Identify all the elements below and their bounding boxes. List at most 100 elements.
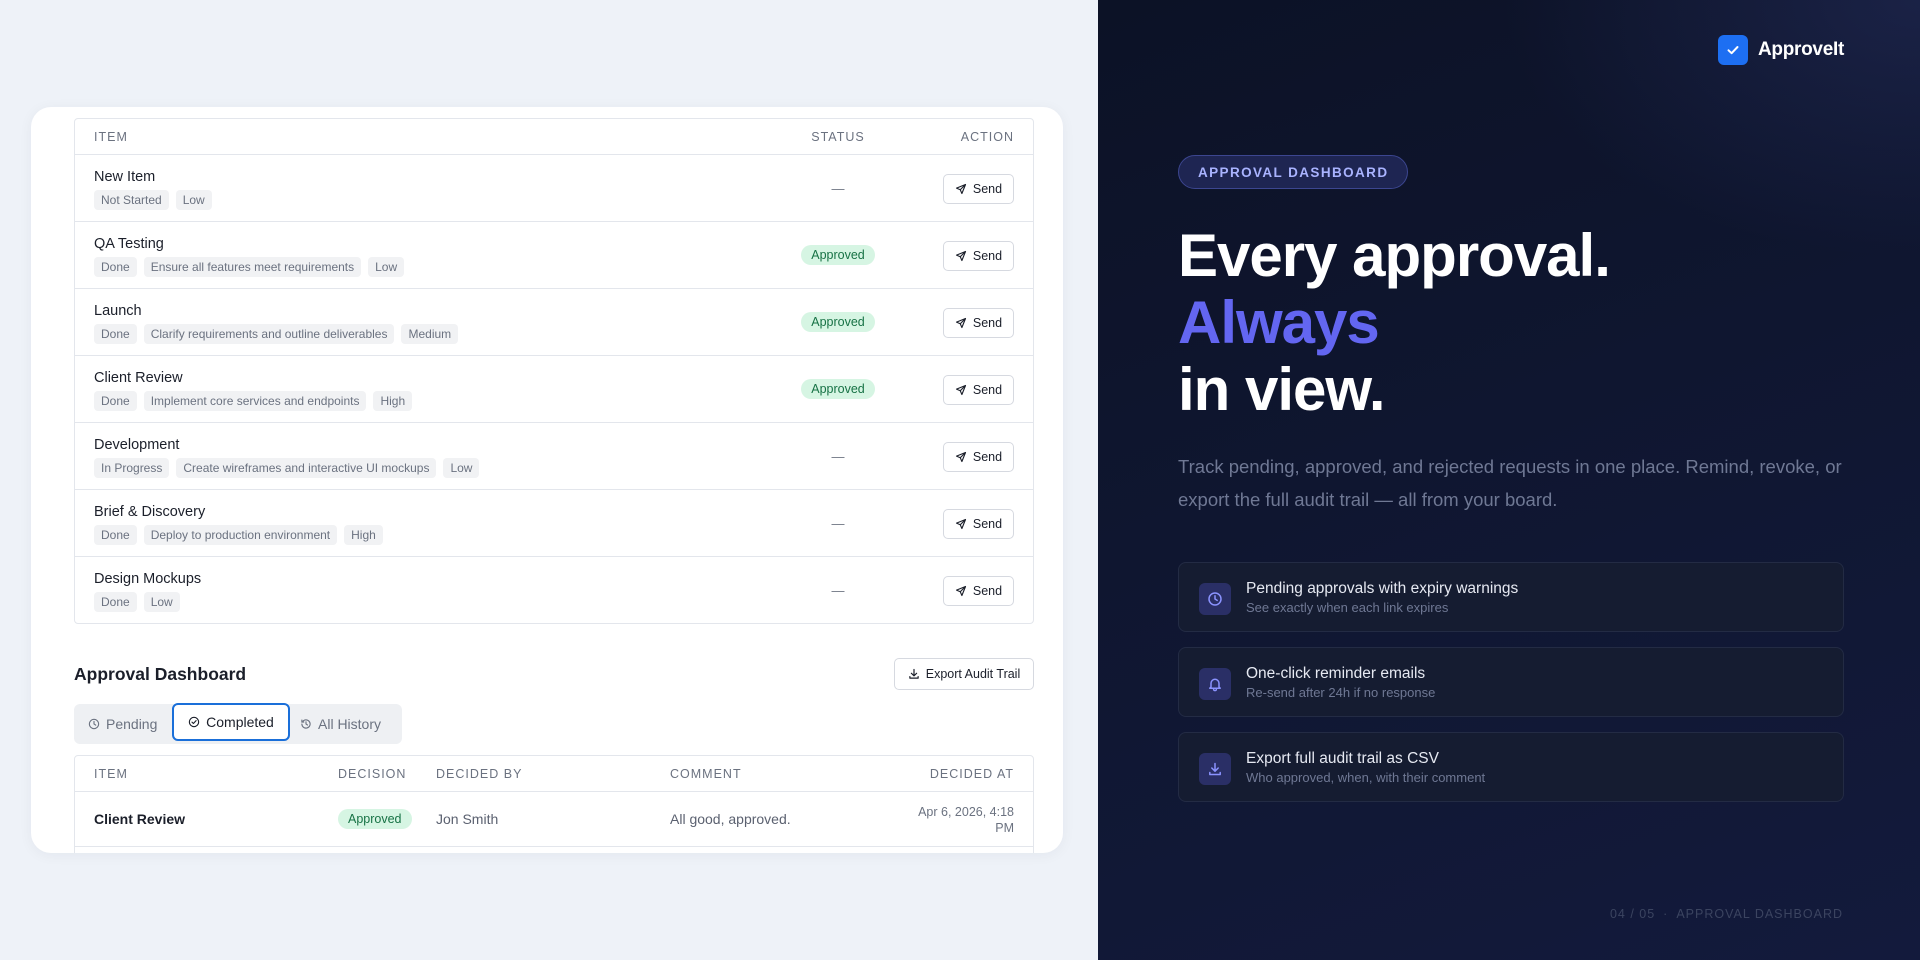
tab-completed[interactable]: Completed <box>172 703 290 741</box>
history-decided-at: Apr 6, 2026, 4:18 PM <box>918 805 1014 835</box>
history-table: ITEM DECISION DECIDED BY COMMENT DECIDED… <box>74 755 1034 853</box>
history-icon <box>301 719 311 729</box>
headline-line-1: Every approval. <box>1178 222 1611 289</box>
check-circle-icon <box>188 716 200 728</box>
approved-badge: Approved <box>801 312 875 332</box>
table-row: Launch Done Clarify requirements and outli… <box>75 289 1033 356</box>
row-tag: Not Started <box>94 190 169 210</box>
send-icon <box>955 518 966 530</box>
feature-title: Pending approvals with expiry warnings <box>1246 580 1519 597</box>
row-tags: In Progress Create wireframes and interac… <box>94 458 480 478</box>
brand-name: ApproveIt <box>1758 39 1844 60</box>
row-tag: Low <box>443 458 480 478</box>
row-tag: In Progress <box>94 458 170 478</box>
send-button[interactable]: Send <box>943 509 1014 539</box>
status-cell: Approved <box>788 356 888 422</box>
status-cell: — <box>788 490 888 556</box>
approved-badge: Approved <box>801 245 875 265</box>
send-icon <box>955 317 966 329</box>
send-label: Send <box>972 182 1003 196</box>
feature-item: One-click reminder emails Re-send after … <box>1178 647 1844 717</box>
check-icon <box>1718 35 1748 65</box>
history-row[interactable]: Client Review Approved Jon Smith All goo… <box>75 792 1033 847</box>
table-row: Client Review Done Implement core services… <box>75 356 1033 423</box>
table-row: QA Testing Done Ensure all features meet r… <box>75 222 1033 289</box>
row-tag: Create wireframes and interactive UI moc… <box>176 458 437 478</box>
approved-badge: Approved <box>338 809 412 829</box>
send-icon <box>955 384 966 396</box>
status-cell: Approved <box>788 222 888 288</box>
row-tags: Done Low <box>94 592 180 612</box>
clock-icon <box>88 718 100 730</box>
hheader-item: ITEM <box>94 767 128 781</box>
send-button[interactable]: Send <box>943 241 1014 271</box>
dashboard-title: Approval Dashboard <box>74 664 247 684</box>
row-tag: Low <box>175 190 212 210</box>
hheader-decided-at: DECIDED AT <box>929 767 1014 781</box>
history-decided-by: Jon Smith <box>436 811 499 827</box>
row-tag: Clarify requirements and outline deliver… <box>143 324 395 344</box>
dashboard-header: Approval Dashboard Export Audit Trail <box>74 657 1034 693</box>
export-label: Export Audit Trail <box>925 667 1021 681</box>
status-empty: — <box>831 180 845 196</box>
brand: ApproveIt <box>1718 35 1844 65</box>
row-tag: Done <box>94 525 137 545</box>
hheader-comment: COMMENT <box>670 767 742 781</box>
download-icon <box>1199 753 1231 785</box>
feature-list: Pending approvals with expiry warnings S… <box>1178 562 1844 817</box>
feature-desc: See exactly when each link expires <box>1246 600 1449 615</box>
row-tag: Implement core services and endpoints <box>143 391 367 411</box>
row-tag: Ensure all features meet requirements <box>143 257 362 277</box>
bell-icon <box>1199 668 1231 700</box>
headline-line-2: Always <box>1178 289 1380 356</box>
feature-desc: Re-send after 24h if no response <box>1246 685 1436 700</box>
row-tag: Low <box>368 257 405 277</box>
status-cell: — <box>788 155 888 221</box>
items-table: ITEM STATUS ACTION New Item Not Started Lo… <box>74 118 1034 624</box>
row-tag: Medium <box>401 324 459 344</box>
dashboard-card: ITEM STATUS ACTION New Item Not Started Lo… <box>31 107 1063 853</box>
send-icon <box>955 585 966 597</box>
row-title: Development <box>94 437 180 453</box>
tab-completed-label: Completed <box>206 714 274 730</box>
footer-label: APPROVAL DASHBOARD <box>1676 907 1843 921</box>
send-button[interactable]: Send <box>943 375 1014 405</box>
clock-icon <box>1199 583 1231 615</box>
row-tag: Done <box>94 592 137 612</box>
export-audit-trail-button[interactable]: Export Audit Trail <box>894 658 1034 690</box>
send-button[interactable]: Send <box>943 308 1014 338</box>
tab-pending[interactable]: Pending <box>88 708 157 740</box>
header-action: ACTION <box>960 129 1014 144</box>
send-label: Send <box>972 584 1003 598</box>
send-button[interactable]: Send <box>943 442 1014 472</box>
row-tags: Done Ensure all features meet requirement… <box>94 257 405 277</box>
row-tag: High <box>344 525 383 545</box>
tab-all-history[interactable]: All History <box>300 708 381 740</box>
send-button[interactable]: Send <box>943 174 1014 204</box>
feature-item: Export full audit trail as CSV Who appro… <box>1178 732 1844 802</box>
hero-subtitle: Track pending, approved, and rejected re… <box>1178 456 1842 510</box>
feature-desc: Who approved, when, with their comment <box>1246 770 1486 785</box>
feature-item: Pending approvals with expiry warnings S… <box>1178 562 1844 632</box>
history-comment: All good, approved. <box>670 811 791 827</box>
status-empty: — <box>831 515 845 531</box>
headline: Every approval. Always in view. <box>1178 222 1611 423</box>
table-row: Brief & Discovery Done Deploy to productio… <box>75 490 1033 557</box>
status-empty: — <box>831 448 845 464</box>
row-tag: Done <box>94 257 137 277</box>
hheader-decision: DECISION <box>338 767 407 781</box>
table-row: New Item Not Started Low — Send <box>75 155 1033 222</box>
footer-sep: · <box>1663 907 1669 921</box>
row-tag: Low <box>143 592 180 612</box>
row-title: Design Mockups <box>94 571 202 587</box>
row-tag: Done <box>94 324 137 344</box>
approved-badge: Approved <box>801 379 875 399</box>
send-label: Send <box>972 517 1003 531</box>
tab-history-label: All History <box>318 716 382 732</box>
row-title: Brief & Discovery <box>94 504 206 520</box>
footer-page: 04 / 05 <box>1609 907 1656 921</box>
row-title: New Item <box>94 169 156 185</box>
send-icon <box>955 451 966 463</box>
table-row: Design Mockups Done Low — Send <box>75 557 1033 623</box>
send-button[interactable]: Send <box>943 576 1014 606</box>
